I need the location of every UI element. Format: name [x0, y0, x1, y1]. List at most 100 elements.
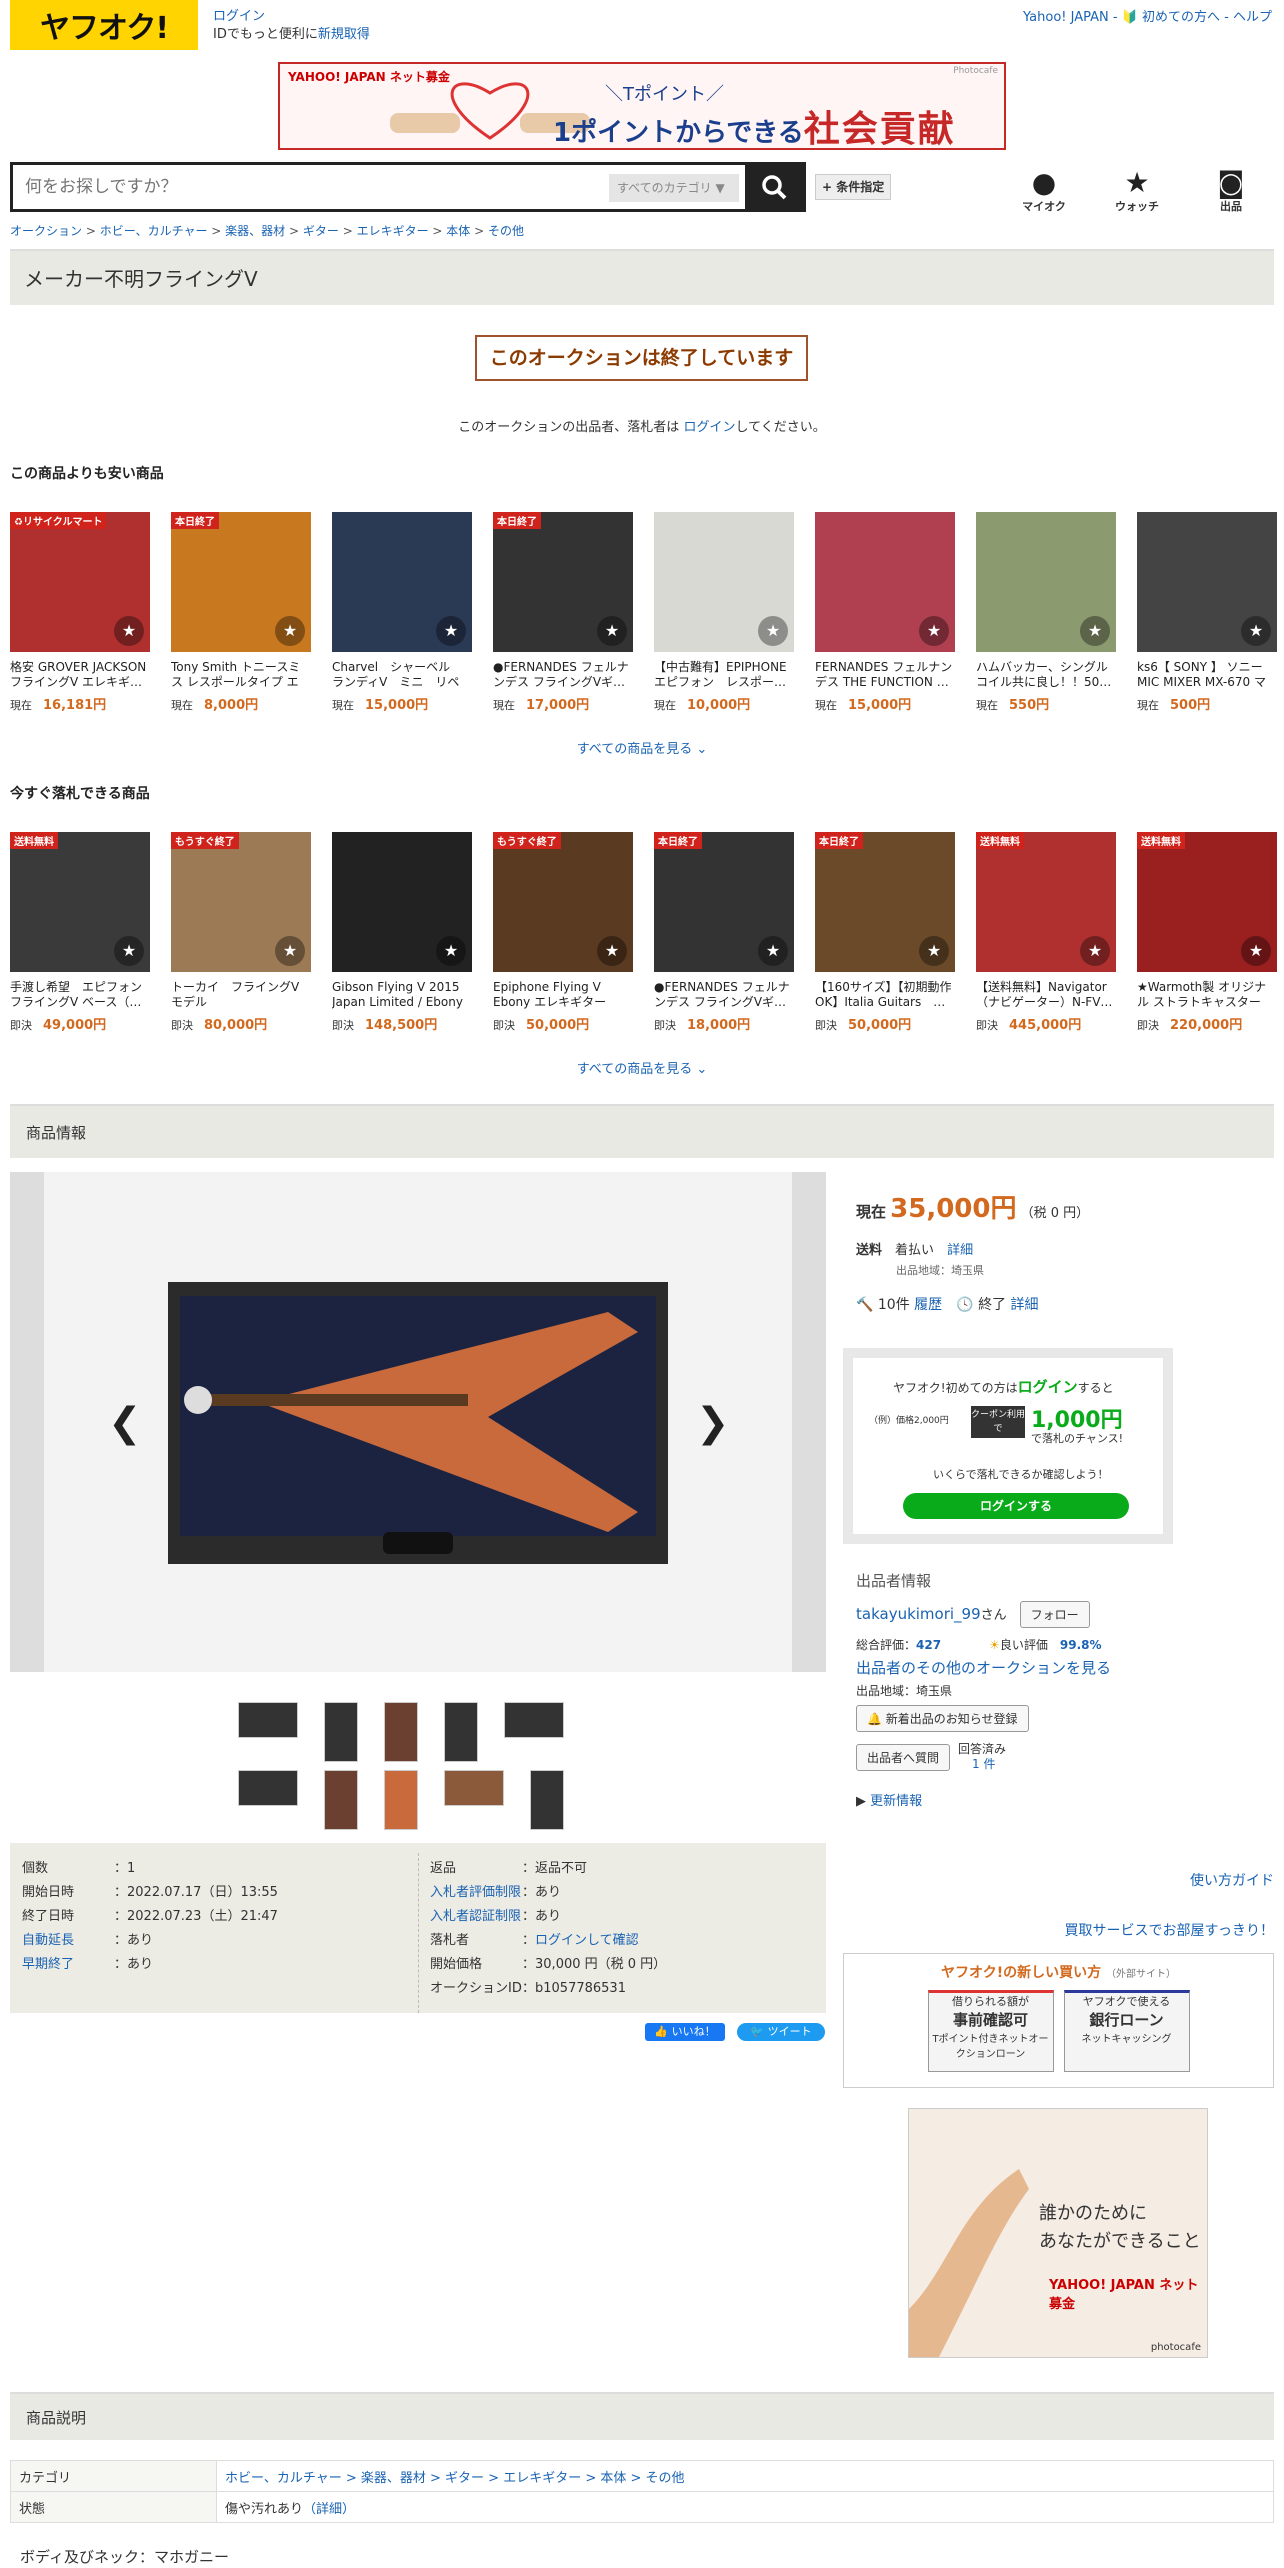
login-highlight[interactable]: ログイン — [1018, 1378, 1078, 1396]
item-name[interactable]: Charvel シャーベル ランディV ミニ リペア… — [332, 660, 472, 690]
login-button[interactable]: ログインする — [903, 1493, 1129, 1519]
detail-key[interactable]: 入札者認証制限 — [430, 1905, 522, 1929]
prev-image-button[interactable]: ❮ — [108, 1400, 142, 1446]
item-image[interactable]: 送料無料 ★ — [976, 832, 1116, 972]
item-image[interactable]: 本日終了 ★ — [493, 512, 633, 652]
item-image[interactable]: ★ — [976, 512, 1116, 652]
item-name[interactable]: 手渡し希望 エピフォン フライングV ベース（… — [10, 980, 150, 1010]
breadcrumb-item[interactable]: エレキギター — [357, 224, 429, 238]
item-image[interactable]: ★ — [332, 512, 472, 652]
thumbnail[interactable] — [530, 1770, 564, 1830]
breadcrumb-item[interactable]: その他 — [488, 224, 524, 238]
breadcrumb-item[interactable]: 楽器、器材 — [225, 224, 285, 238]
header-links[interactable]: Yahoo! JAPAN - 🔰 初めての方へ - ヘルプ — [1023, 9, 1272, 27]
buyback-service-link[interactable]: 買取サービスでお部屋すっきり！ — [1065, 1920, 1274, 1940]
yahuoku-logo[interactable]: ヤフオク! — [10, 0, 198, 50]
detail-value[interactable]: ログインして確認 — [535, 1933, 639, 1948]
item-image[interactable]: ★ — [332, 832, 472, 972]
mypage-button[interactable]: ● マイオク — [1019, 168, 1069, 214]
signup-link[interactable]: 新規取得 — [318, 27, 370, 42]
item-name[interactable]: ●FERNANDES フェルナンデス フライングVギ… — [493, 660, 633, 690]
watch-star-icon[interactable]: ★ — [1080, 936, 1110, 966]
donation-banner[interactable]: YAHOO! JAPAN ネット募金 Photocafe ＼Tポイント／ 1ポイ… — [278, 62, 1006, 150]
watch-star-icon[interactable]: ★ — [597, 616, 627, 646]
watch-star-icon[interactable]: ★ — [919, 616, 949, 646]
watch-star-icon[interactable]: ★ — [275, 936, 305, 966]
watch-star-icon[interactable]: ★ — [436, 936, 466, 966]
breadcrumb-item[interactable]: 本体 — [446, 224, 470, 238]
item-card[interactable]: 本日終了 ★ 【160サイズ】【初期動作OK】Italia Guitars … 即決 … — [815, 832, 955, 1033]
item-card[interactable]: ★ FERNANDES フェルナンデス THE FUNCTION … 現在 15,0… — [815, 512, 955, 713]
watch-star-icon[interactable]: ★ — [114, 616, 144, 646]
watch-star-icon[interactable]: ★ — [1241, 936, 1271, 966]
search-input[interactable] — [13, 165, 603, 209]
watch-star-icon[interactable]: ★ — [758, 616, 788, 646]
rating-link[interactable]: 427 — [916, 1638, 941, 1652]
detail-key[interactable]: 入札者評価制限 — [430, 1881, 522, 1905]
watch-star-icon[interactable]: ★ — [275, 616, 305, 646]
tweet-button[interactable]: 🐦 ツイート — [737, 2023, 825, 2041]
item-card[interactable]: 本日終了 ★ ●FERNANDES フェルナンデス フライングVギ… 現在 17,00… — [493, 512, 633, 713]
see-all-cheaper-link[interactable]: すべての商品を見る ⌄ — [0, 738, 1284, 757]
watch-star-icon[interactable]: ★ — [114, 936, 144, 966]
bid-history-link[interactable]: 履歴 — [914, 1297, 942, 1313]
item-card[interactable]: ★ 【中古難有】EPIPHONE エピフォン レスポー… 現在 10,000円 — [654, 512, 794, 713]
item-image[interactable]: 本日終了 ★ — [654, 832, 794, 972]
thumbnail[interactable] — [444, 1770, 504, 1806]
update-info-link[interactable]: ▶ 更新情報 — [856, 1790, 1111, 1809]
login-link[interactable]: ログイン — [683, 420, 735, 435]
item-name[interactable]: ハムバッカー、シングルコイル共に良し！！50… — [976, 660, 1116, 690]
thumbnail[interactable] — [238, 1702, 298, 1738]
item-image[interactable]: もうすぐ終了 ★ — [171, 832, 311, 972]
item-card[interactable]: もうすぐ終了 ★ Epiphone Flying V Ebony エレキギター 即決 … — [493, 832, 633, 1033]
item-card[interactable]: 送料無料 ★ 手渡し希望 エピフォン フライングV ベース（… 即決 49,000円 — [10, 832, 150, 1033]
detail-key[interactable]: 早期終了 — [22, 1953, 114, 1977]
thumbnail[interactable] — [324, 1770, 358, 1830]
item-card[interactable]: ★ Charvel シャーベル ランディV ミニ リペア… 現在 15,000円 — [332, 512, 472, 713]
item-name[interactable]: 【160サイズ】【初期動作OK】Italia Guitars … — [815, 980, 955, 1010]
usage-guide-link[interactable]: 使い方ガイド — [1190, 1870, 1274, 1890]
thumbnail[interactable] — [324, 1702, 358, 1762]
condition-button[interactable]: + 条件指定 — [815, 174, 892, 200]
bank-loan-button[interactable]: ヤフオクで使える 銀行ローン ネットキャッシング — [1063, 1990, 1190, 2072]
item-image[interactable]: 送料無料 ★ — [1137, 832, 1277, 972]
breadcrumb-item[interactable]: ギター — [303, 224, 339, 238]
item-image[interactable]: ★ — [815, 512, 955, 652]
end-detail-link[interactable]: 詳細 — [1011, 1297, 1039, 1313]
item-card[interactable]: ♻リサイクルマート ★ 格安 GROVER JACKSON フライングV エレキギ…… — [10, 512, 150, 713]
item-name[interactable]: トーカイ フライングVモデル — [171, 980, 311, 1010]
item-name[interactable]: ●FERNANDES フェルナンデス フライングVギ… — [654, 980, 794, 1010]
follow-button[interactable]: フォロー — [1019, 1601, 1090, 1628]
item-card[interactable]: ★ ks6【 SONY 】 ソニー MIC MIXER MX-670 マイ… 現在 … — [1137, 512, 1277, 713]
login-link[interactable]: ログイン — [213, 9, 265, 24]
new-listing-notify-button[interactable]: 🔔 新着出品のお知らせ登録 — [856, 1705, 1029, 1732]
item-image[interactable]: 本日終了 ★ — [815, 832, 955, 972]
watch-star-icon[interactable]: ★ — [758, 936, 788, 966]
item-card[interactable]: ★ ハムバッカー、シングルコイル共に良し！！50… 現在 550円 — [976, 512, 1116, 713]
item-image[interactable]: 送料無料 ★ — [10, 832, 150, 972]
category-path-link[interactable]: ホビー、カルチャー > 楽器、器材 > ギター > エレキギター > 本体 > … — [216, 2460, 1274, 2492]
item-name[interactable]: Epiphone Flying V Ebony エレキギター — [493, 980, 633, 1010]
answered-count-link[interactable]: 1 件 — [958, 1757, 995, 1771]
sell-button[interactable]: ◙ 出品 — [1206, 168, 1256, 214]
thumbnail[interactable] — [238, 1770, 298, 1806]
like-button[interactable]: 👍 いいね！ — [645, 2023, 725, 2041]
item-name[interactable]: Tony Smith トニースミス レスポールタイプ エレ… — [171, 660, 311, 690]
item-card[interactable]: 送料無料 ★ ★Warmoth製 オリジナル ストラトキャスターF… 即決 220,0… — [1137, 832, 1277, 1033]
item-image[interactable]: ★ — [1137, 512, 1277, 652]
search-button[interactable] — [745, 165, 803, 209]
watch-star-icon[interactable]: ★ — [1080, 616, 1110, 646]
item-name[interactable]: ks6【 SONY 】 ソニー MIC MIXER MX-670 マイ… — [1137, 660, 1277, 690]
ask-seller-button[interactable]: 出品者へ質問 — [856, 1743, 951, 1771]
item-card[interactable]: 本日終了 ★ ●FERNANDES フェルナンデス フライングVギ… 即決 18,00… — [654, 832, 794, 1033]
seller-other-auctions-link[interactable]: 出品者のその他のオークションを見る — [856, 1657, 1111, 1678]
breadcrumb-item[interactable]: オークション — [10, 224, 82, 238]
item-image[interactable]: もうすぐ終了 ★ — [493, 832, 633, 972]
watch-star-icon[interactable]: ★ — [919, 936, 949, 966]
item-card[interactable]: もうすぐ終了 ★ トーカイ フライングVモデル 即決 80,000円 — [171, 832, 311, 1033]
thumbnail[interactable] — [384, 1770, 418, 1830]
seller-name-link[interactable]: takayukimori_99 — [856, 1605, 981, 1623]
thumbnail[interactable] — [384, 1702, 418, 1762]
detail-key[interactable]: 自動延長 — [22, 1929, 114, 1953]
watch-star-icon[interactable]: ★ — [1241, 616, 1271, 646]
